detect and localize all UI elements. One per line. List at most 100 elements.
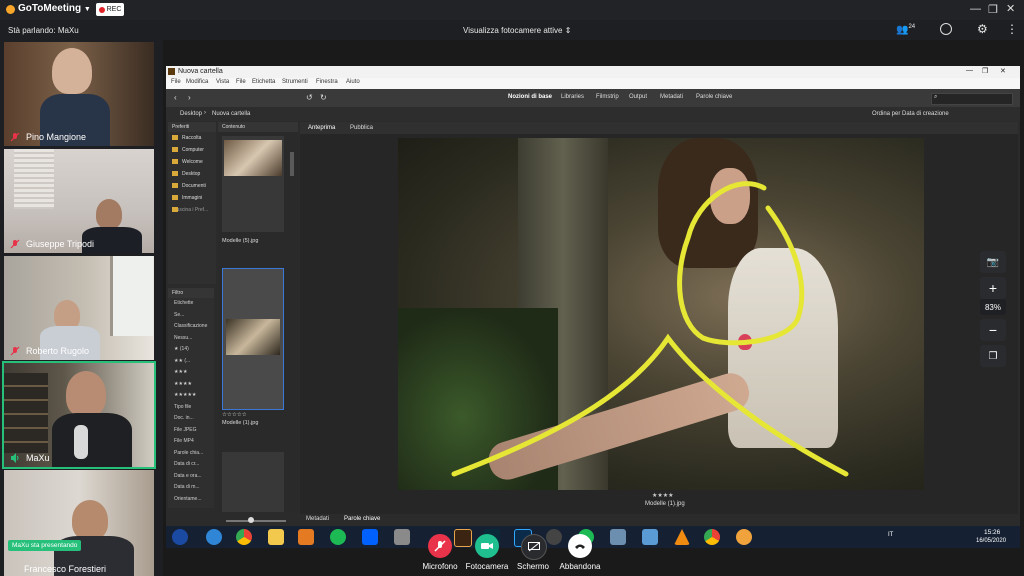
chat-icon[interactable]	[940, 23, 952, 35]
thumbnail-card[interactable]	[222, 136, 284, 232]
filter-item[interactable]: ★★ (...	[168, 356, 214, 368]
menu-file-2[interactable]: File	[236, 79, 246, 85]
participant-tile[interactable]: Pino Mangione	[4, 42, 154, 146]
menu-window[interactable]: Finestra	[316, 79, 338, 85]
menu-help[interactable]: Aiuto	[346, 79, 360, 85]
filter-item[interactable]: Tipo file	[168, 402, 214, 414]
vlc-icon[interactable]	[674, 529, 690, 545]
ie-icon[interactable]	[206, 529, 222, 545]
menu-file[interactable]: File	[171, 79, 181, 85]
app-icon[interactable]	[546, 529, 562, 545]
camera-button[interactable]	[475, 534, 499, 558]
workspace-tab-output[interactable]: Output	[629, 94, 647, 100]
chrome-icon[interactable]	[704, 529, 720, 545]
close-icon[interactable]: ✕	[1006, 2, 1015, 15]
fit-screen-button[interactable]: ❐	[980, 345, 1006, 367]
filter-item[interactable]: File MP4	[168, 436, 214, 448]
tab-publish[interactable]: Pubblica	[350, 125, 373, 131]
filter-item[interactable]: Classificazione	[168, 321, 214, 333]
participants-button[interactable]: 👥24	[896, 24, 915, 35]
media-player-icon[interactable]	[298, 529, 314, 545]
app-icon[interactable]	[394, 529, 410, 545]
restore-icon[interactable]: ❐	[988, 3, 998, 16]
filter-item[interactable]: Data di cr...	[168, 459, 214, 471]
microphone-button[interactable]	[428, 534, 452, 558]
thumbnail-rating[interactable]: ☆☆☆☆☆	[222, 412, 247, 418]
minimize-icon[interactable]: —	[970, 3, 981, 15]
filter-item[interactable]: File JPEG	[168, 425, 214, 437]
menu-tools[interactable]: Strumenti	[282, 79, 308, 85]
app-maximize-icon[interactable]: ❐	[982, 67, 988, 75]
filter-item[interactable]: ★★★	[168, 367, 214, 379]
more-options-icon[interactable]: ⋮	[1006, 22, 1018, 36]
app-close-icon[interactable]: ✕	[1000, 67, 1006, 75]
favorite-item[interactable]: Desktop	[168, 168, 216, 180]
app-icon[interactable]	[642, 529, 658, 545]
filter-item[interactable]: Se...	[168, 310, 214, 322]
favorite-item[interactable]: Documenti	[168, 180, 216, 192]
bridge-icon[interactable]	[454, 529, 472, 547]
participant-tile-active-speaker[interactable]: MaXu	[2, 361, 156, 469]
chrome-icon[interactable]	[236, 529, 252, 545]
search-input[interactable]: ⌕	[931, 93, 1013, 105]
path-desktop[interactable]: Desktop	[180, 111, 202, 117]
menu-edit[interactable]: Modifica	[186, 79, 208, 85]
explorer-icon[interactable]	[268, 529, 284, 545]
app-icon[interactable]	[736, 529, 752, 545]
thumbnail-card[interactable]	[222, 452, 284, 512]
filter-item[interactable]: Data e ora...	[168, 471, 214, 483]
language-indicator[interactable]: IT	[888, 532, 893, 538]
participant-tile[interactable]: Giuseppe Tripodi	[4, 149, 154, 253]
scrollbar[interactable]	[290, 152, 294, 176]
tab-keywords[interactable]: Parole chiave	[344, 516, 380, 522]
screenshot-button[interactable]: 📷	[980, 251, 1006, 273]
path-folder[interactable]: Nuova cartella	[212, 111, 250, 117]
filter-item[interactable]: Parole chia...	[168, 448, 214, 460]
app-minimize-icon[interactable]: —	[966, 67, 973, 74]
tab-metadata[interactable]: Metadati	[306, 516, 329, 522]
clock-time[interactable]: 15:26	[984, 529, 1000, 536]
menu-label[interactable]: Etichetta	[252, 79, 275, 85]
workspace-tab-essentials[interactable]: Nozioni di base	[508, 94, 552, 100]
favorite-item[interactable]: Immagini	[168, 192, 216, 204]
active-cameras-toggle[interactable]: Visualizza fotocamere attive ⇕	[463, 26, 571, 35]
brand-menu[interactable]: GoToMeeting ▼	[18, 3, 91, 14]
thumbnail-card-selected[interactable]	[222, 268, 284, 410]
filter-item[interactable]: ★★★★	[168, 379, 214, 391]
workspace-tab-keywords[interactable]: Parole chiave	[696, 94, 732, 100]
filter-item[interactable]: Orientame...	[168, 494, 214, 506]
slider-thumb[interactable]	[248, 517, 254, 523]
preview-rating[interactable]: ★★★★	[652, 492, 674, 499]
app-icon[interactable]	[610, 529, 626, 545]
favorite-item[interactable]: Computer	[168, 144, 216, 156]
favorite-item[interactable]: Raccolta	[168, 132, 216, 144]
forward-icon[interactable]: ›	[188, 93, 191, 102]
participant-tile[interactable]: Roberto Rugolo	[4, 256, 154, 360]
workspace-tab-libraries[interactable]: Libraries	[561, 94, 584, 100]
sort-dropdown[interactable]: Ordina per Data di creazione	[872, 111, 949, 117]
screen-share-button[interactable]	[521, 534, 547, 560]
zoom-out-button[interactable]: −	[980, 319, 1006, 341]
rotate-right-icon[interactable]: ↻	[320, 93, 327, 102]
menu-view[interactable]: Vista	[216, 79, 229, 85]
thumbnail-size-slider[interactable]	[226, 517, 286, 523]
start-icon[interactable]	[172, 529, 188, 545]
spotify-icon[interactable]	[330, 529, 346, 545]
participant-tile[interactable]: MaXu sta presentando Francesco Forestier…	[4, 470, 154, 576]
clock-date[interactable]: 16/05/2020	[976, 538, 1006, 544]
filter-item[interactable]: Doc. in...	[168, 413, 214, 425]
back-icon[interactable]: ‹	[174, 93, 177, 102]
tab-preview[interactable]: Anteprima	[308, 125, 335, 131]
gear-icon[interactable]: ⚙	[977, 22, 988, 36]
filter-item[interactable]: Data di m...	[168, 482, 214, 494]
favorite-item[interactable]: Welcome	[168, 156, 216, 168]
workspace-tab-filmstrip[interactable]: Filmstrip	[596, 94, 619, 100]
filter-item[interactable]: Nessu...	[168, 333, 214, 345]
filter-item[interactable]: ★ (14)	[168, 344, 214, 356]
leave-button[interactable]	[568, 534, 592, 558]
filter-item[interactable]: Etichette	[168, 298, 214, 310]
workspace-tab-metadata[interactable]: Metadati	[660, 94, 683, 100]
dropbox-icon[interactable]	[362, 529, 378, 545]
zoom-in-button[interactable]: +	[980, 277, 1006, 299]
filter-item[interactable]: ★★★★★	[168, 390, 214, 402]
